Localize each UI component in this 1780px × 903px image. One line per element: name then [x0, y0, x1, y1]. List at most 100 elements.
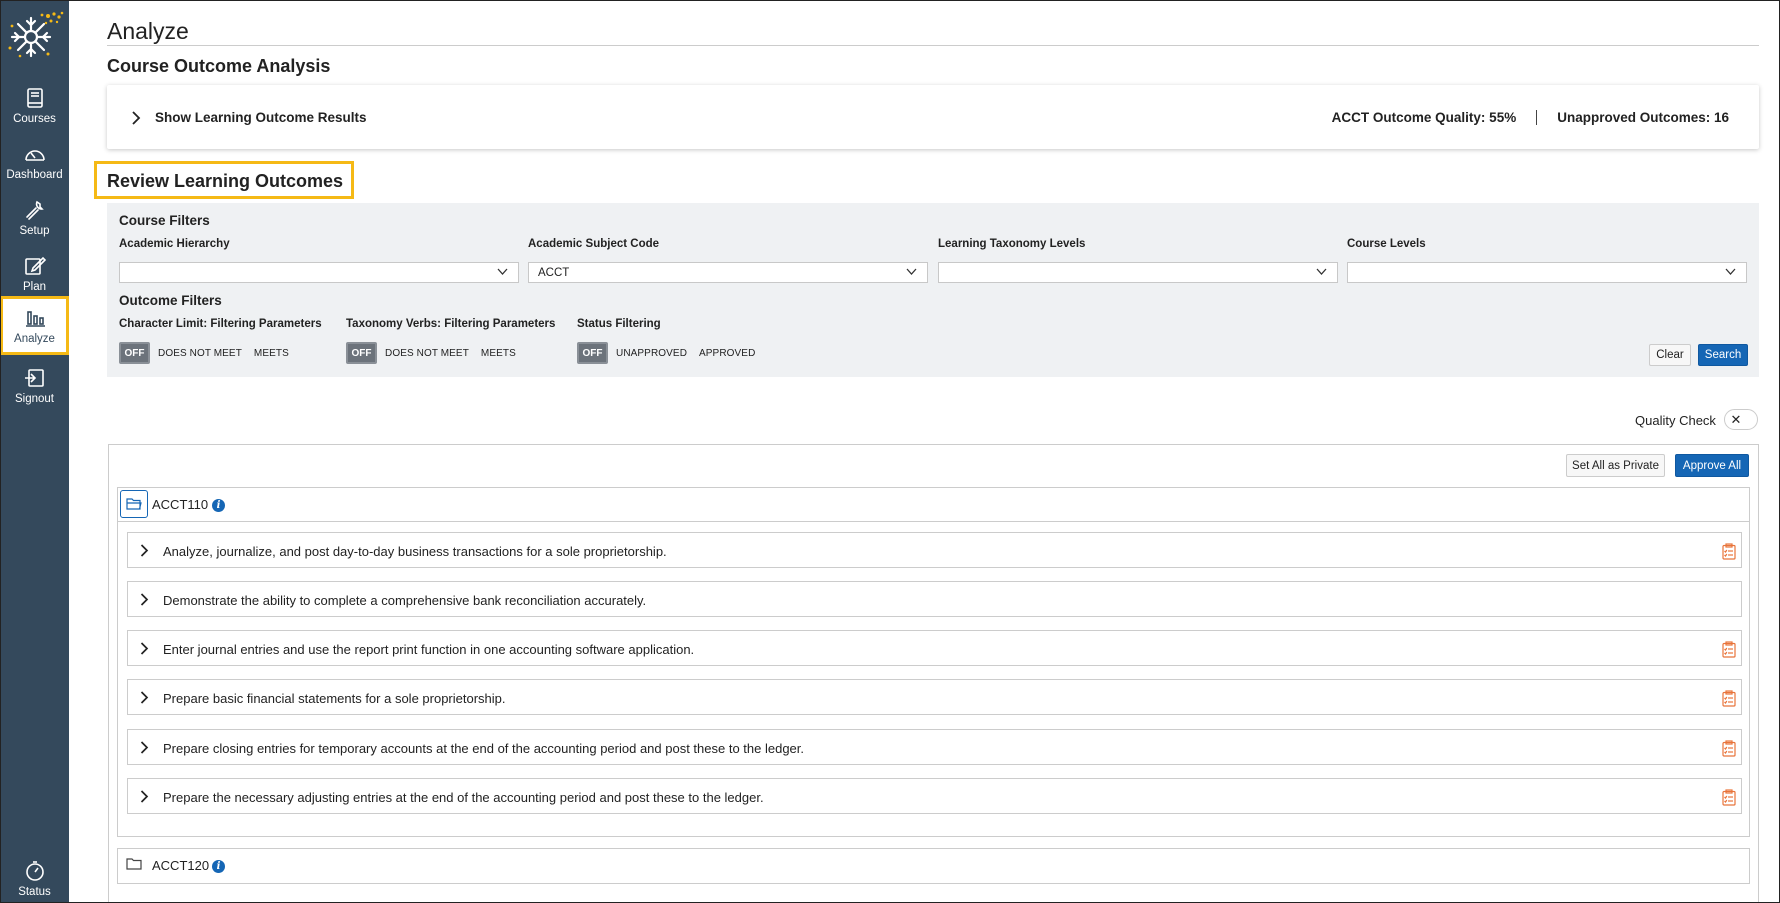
- folder-open-button[interactable]: [120, 490, 148, 518]
- chevron-down-icon: [1725, 268, 1736, 275]
- sidebar: Courses Dashboard Setup Plan Analyze Sig…: [0, 0, 69, 903]
- select-value: ACCT: [538, 267, 570, 279]
- academic-hierarchy-label: Academic Hierarchy: [119, 238, 230, 250]
- outcome-quality: ACCT Outcome Quality: 55%: [1331, 110, 1517, 125]
- chevron-right-icon[interactable]: [140, 691, 149, 704]
- outcome-text: Prepare closing entries for temporary ac…: [163, 741, 805, 756]
- main-content: Analyze Course Outcome Analysis Show Lea…: [69, 0, 1780, 903]
- edit-icon: [24, 256, 46, 275]
- course-name[interactable]: ACCT120: [152, 858, 209, 873]
- set-all-private-button[interactable]: Set All as Private: [1566, 454, 1665, 477]
- status-off-button[interactable]: OFF: [577, 342, 608, 364]
- outcomes-list-panel: Set All as Private Approve All ACCT110 i…: [108, 444, 1759, 903]
- section-title: Course Outcome Analysis: [107, 56, 331, 76]
- book-icon: [26, 87, 43, 108]
- tax-verbs-toggle-group: OFF DOES NOT MEET MEETS: [346, 342, 520, 364]
- clipboard-check-icon[interactable]: [1721, 543, 1737, 560]
- course-levels-select[interactable]: [1347, 262, 1747, 283]
- char-limit-does-not-meet[interactable]: DOES NOT MEET: [158, 348, 242, 359]
- review-outcomes-title: Review Learning Outcomes: [107, 171, 344, 191]
- tax-verbs-meets[interactable]: MEETS: [481, 348, 516, 359]
- chevron-right-icon[interactable]: [140, 790, 149, 803]
- outcome-row[interactable]: Enter journal entries and use the report…: [127, 630, 1742, 666]
- course-levels-label: Course Levels: [1347, 238, 1426, 250]
- course-group-acct110: ACCT110 i Analyze, journalize, and post …: [117, 487, 1750, 837]
- title-divider: [107, 45, 1759, 46]
- clipboard-check-icon[interactable]: [1721, 789, 1737, 806]
- taxonomy-levels-label: Learning Taxonomy Levels: [938, 238, 1086, 250]
- taxonomy-levels-select[interactable]: [938, 262, 1338, 283]
- outcome-row[interactable]: Prepare basic financial statements for a…: [127, 679, 1742, 715]
- tax-verbs-label: Taxonomy Verbs: Filtering Parameters: [346, 318, 556, 330]
- wrench-icon: [25, 200, 44, 220]
- sidebar-item-plan[interactable]: Plan: [0, 245, 69, 301]
- outcome-text: Enter journal entries and use the report…: [163, 642, 695, 657]
- sidebar-item-dashboard[interactable]: Dashboard: [0, 133, 69, 189]
- search-button[interactable]: Search: [1698, 344, 1748, 366]
- sidebar-item-signout[interactable]: Signout: [0, 357, 69, 413]
- subject-code-select[interactable]: ACCT: [528, 262, 928, 283]
- tax-verbs-does-not-meet[interactable]: DOES NOT MEET: [385, 348, 469, 359]
- quality-check-toggle[interactable]: ✕: [1724, 409, 1758, 430]
- review-outcomes-heading-box: Review Learning Outcomes: [94, 161, 354, 199]
- folder-icon[interactable]: [126, 857, 142, 871]
- sidebar-item-courses[interactable]: Courses: [0, 77, 69, 133]
- outcome-text: Demonstrate the ability to complete a co…: [163, 593, 647, 608]
- chevron-right-icon[interactable]: [131, 111, 141, 125]
- sidebar-item-label: Dashboard: [6, 168, 63, 181]
- clipboard-check-icon[interactable]: [1721, 690, 1737, 707]
- chevron-right-icon[interactable]: [140, 741, 149, 754]
- course-group-acct120: ACCT120 i: [117, 848, 1750, 884]
- status-unapproved[interactable]: UNAPPROVED: [616, 348, 687, 359]
- signout-icon: [24, 368, 44, 387]
- sidebar-item-analyze[interactable]: Analyze: [0, 296, 69, 355]
- sidebar-item-label: Plan: [22, 280, 47, 293]
- outcome-row[interactable]: Analyze, journalize, and post day-to-day…: [127, 532, 1742, 568]
- outcome-row[interactable]: Prepare the necessary adjusting entries …: [127, 778, 1742, 814]
- approve-all-button[interactable]: Approve All: [1675, 454, 1749, 477]
- sidebar-item-status[interactable]: Status: [0, 853, 69, 903]
- sidebar-item-label: Courses: [13, 112, 56, 125]
- char-limit-label: Character Limit: Filtering Parameters: [119, 318, 322, 330]
- folder-open-icon: [126, 498, 142, 510]
- sidebar-item-label: Status: [18, 885, 51, 898]
- course-name[interactable]: ACCT110: [152, 497, 208, 512]
- course-filters-title: Course Filters: [119, 213, 210, 228]
- chevron-right-icon[interactable]: [140, 593, 149, 606]
- tax-verbs-off-button[interactable]: OFF: [346, 342, 377, 364]
- sidebar-item-label: Setup: [19, 224, 50, 237]
- char-limit-off-button[interactable]: OFF: [119, 342, 150, 364]
- char-limit-toggle-group: OFF DOES NOT MEET MEETS: [119, 342, 293, 364]
- sidebar-item-setup[interactable]: Setup: [0, 189, 69, 245]
- quality-check-label: Quality Check: [1635, 413, 1716, 428]
- outcome-filters-title: Outcome Filters: [119, 293, 222, 308]
- info-icon[interactable]: i: [212, 499, 225, 512]
- chevron-down-icon: [906, 268, 917, 275]
- info-icon[interactable]: i: [212, 860, 225, 873]
- academic-hierarchy-select[interactable]: [119, 262, 519, 283]
- unapproved-count: Unapproved Outcomes: 16: [1557, 110, 1729, 125]
- filter-panel: Course Filters Academic Hierarchy Academ…: [107, 203, 1759, 377]
- clipboard-check-icon[interactable]: [1721, 740, 1737, 757]
- sidebar-item-label: Signout: [14, 392, 54, 405]
- status-toggle-group: OFF UNAPPROVED APPROVED: [577, 342, 759, 364]
- show-outcome-results-toggle[interactable]: Show Learning Outcome Results: [155, 110, 367, 125]
- outcome-row[interactable]: Prepare closing entries for temporary ac…: [127, 729, 1742, 765]
- outcome-text: Analyze, journalize, and post day-to-day…: [163, 544, 667, 559]
- stats-divider: [1536, 110, 1538, 125]
- snowflake-logo-icon[interactable]: [4, 10, 66, 62]
- chevron-down-icon: [1316, 268, 1327, 275]
- outcome-row[interactable]: Demonstrate the ability to complete a co…: [127, 581, 1742, 617]
- page-title: Analyze: [107, 18, 189, 44]
- bar-chart-icon: [25, 311, 45, 327]
- status-approved[interactable]: APPROVED: [699, 348, 755, 359]
- status-timer-icon: [25, 860, 44, 881]
- outcome-results-card: Show Learning Outcome Results ACCT Outco…: [107, 85, 1759, 149]
- sidebar-item-label: Analyze: [14, 333, 55, 345]
- char-limit-meets[interactable]: MEETS: [254, 348, 289, 359]
- subject-code-label: Academic Subject Code: [528, 238, 660, 250]
- chevron-right-icon[interactable]: [140, 544, 149, 557]
- chevron-right-icon[interactable]: [140, 642, 149, 655]
- clipboard-check-icon[interactable]: [1721, 641, 1737, 658]
- clear-button[interactable]: Clear: [1649, 344, 1691, 366]
